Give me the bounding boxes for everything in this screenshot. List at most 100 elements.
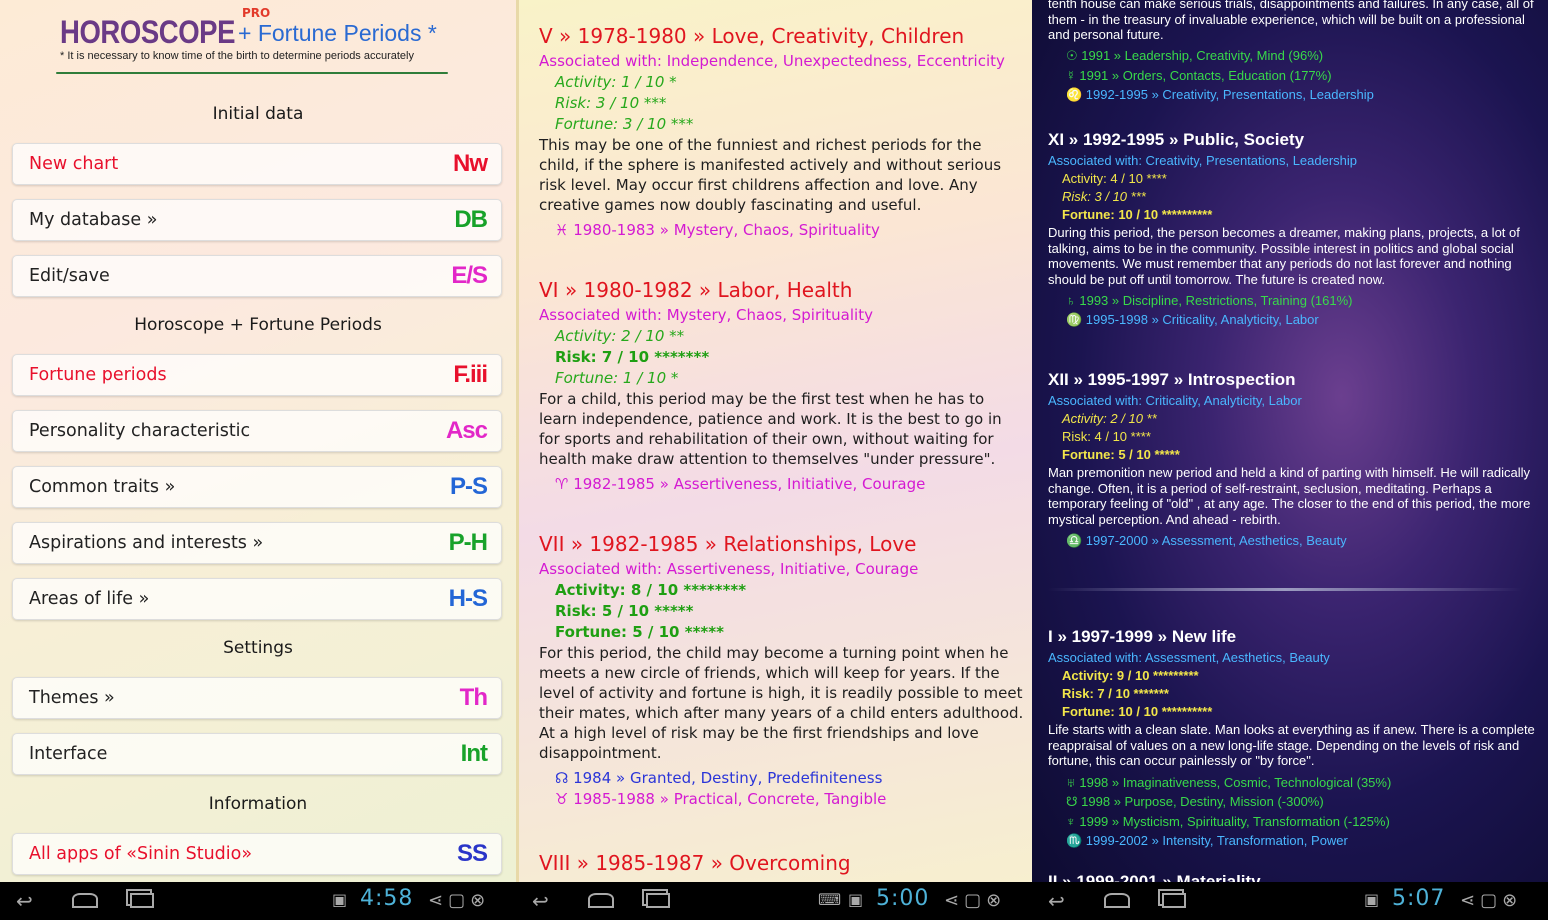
common-traits-icon: P-S (449, 473, 488, 500)
period-desc: For this period, the child may become a … (539, 644, 1024, 762)
logo-pro: PRO (242, 6, 271, 20)
period-link[interactable]: ♆ 1999 » Mysticism, Spirituality, Transf… (1048, 814, 1538, 829)
period-link[interactable]: ♉ 1985-1988 » Practical, Concrete, Tangi… (539, 790, 1025, 808)
period-fortune: Fortune: 5 / 10 ***** (1062, 447, 1180, 462)
period-assoc: Associated with: Assessment, Aesthetics,… (1048, 650, 1330, 665)
period-risk: Risk: 7 / 10 ******* (1062, 686, 1169, 701)
system-navbar: ↩ ▣ 4:58 ⋖▢⊗ (0, 882, 516, 920)
keyboard-icon: ⌨ (818, 890, 842, 909)
period-desc: For a child, this period may be the firs… (539, 390, 1002, 468)
edit-save-button[interactable]: Edit/save E/S (12, 255, 502, 297)
btn-label: My database » (29, 210, 158, 230)
intro-desc: tenth house can make serious trials, dis… (1048, 0, 1534, 43)
period-link[interactable]: ♄ 1993 » Discipline, Restrictions, Train… (1048, 293, 1538, 308)
interface-icon: Int (460, 740, 488, 767)
home-icon[interactable] (72, 891, 98, 911)
fortune-periods-icon: F.iii (453, 361, 488, 388)
period-link[interactable]: ☋ 1998 » Purpose, Destiny, Mission (-300… (1048, 794, 1538, 810)
period-risk: Risk: 4 / 10 **** (1062, 429, 1151, 444)
home-icon[interactable] (1104, 891, 1130, 911)
new-chart-button[interactable]: New chart Nw (12, 143, 502, 185)
period-link[interactable]: ♎ 1997-2000 » Assessment, Aesthetics, Be… (1048, 533, 1538, 549)
section-initial-data: Initial data (212, 104, 304, 124)
period-title: VIII » 1985-1987 » Overcoming (539, 851, 851, 875)
bag-icon: ▣ (332, 890, 348, 909)
themes-button[interactable]: Themes » Th (12, 677, 502, 719)
recent-apps-icon[interactable] (1162, 891, 1186, 911)
period-title: II » 1999-2001 » Materiality (1048, 872, 1261, 882)
status-clock: 5:00 (876, 886, 930, 911)
period-risk: Risk: 3 / 10 *** (1062, 189, 1146, 204)
aspirations-icon: P-H (448, 529, 488, 556)
period-title: XII » 1995-1997 » Introspection (1048, 370, 1296, 389)
fortune-periods-button[interactable]: Fortune periods F.iii (12, 354, 502, 396)
btn-label: Areas of life » (29, 589, 150, 609)
intro-block: tenth house can make serious trials, dis… (1048, 0, 1538, 103)
all-apps-button[interactable]: All apps of «Sinin Studio» SS (12, 833, 502, 875)
bag-icon: ▣ (1364, 890, 1380, 909)
home-icon[interactable] (588, 891, 614, 911)
period-block: XII » 1995-1997 » Introspection Associat… (1048, 370, 1538, 549)
period-title: I » 1997-1999 » New life (1048, 627, 1237, 646)
period-block: VI » 1980-1982 » Labor, Health Associate… (539, 278, 1025, 493)
personality-characteristic-button[interactable]: Personality characteristic Asc (12, 410, 502, 452)
btn-label: Edit/save (29, 266, 110, 286)
period-link[interactable]: ☿ 1991 » Orders, Contacts, Education (17… (1048, 68, 1538, 83)
period-link[interactable]: ♍ 1995-1998 » Criticality, Analyticity, … (1048, 312, 1538, 328)
status-clock: 4:58 (360, 886, 414, 911)
period-block: XI » 1992-1995 » Public, Society Associa… (1048, 130, 1538, 328)
period-link[interactable]: ♓ 1980-1983 » Mystery, Chaos, Spirituali… (539, 221, 1025, 239)
period-block: V » 1978-1980 » Love, Creativity, Childr… (539, 24, 1025, 239)
period-desc: Man premonition new period and held a ki… (1048, 465, 1531, 527)
period-risk: Risk: 7 / 10 ******* (555, 348, 710, 366)
periods-screen-dark: tenth house can make serious trials, dis… (1032, 0, 1548, 882)
btn-label: Personality characteristic (29, 421, 251, 441)
period-link[interactable]: ♈ 1982-1985 » Assertiveness, Initiative,… (539, 475, 1025, 493)
period-assoc: Associated with: Mystery, Chaos, Spiritu… (539, 306, 873, 324)
period-title: VII » 1982-1985 » Relationships, Love (539, 532, 917, 556)
period-link[interactable]: ♌ 1992-1995 » Creativity, Presentations,… (1048, 87, 1538, 103)
period-assoc: Associated with: Criticality, Analyticit… (1048, 393, 1302, 408)
period-fortune: Fortune: 3 / 10 *** (555, 115, 694, 133)
areas-of-life-button[interactable]: Areas of life » H-S (12, 578, 502, 620)
btn-label: New chart (29, 154, 119, 174)
period-link[interactable]: ♏ 1999-2002 » Intensity, Transformation,… (1048, 833, 1538, 849)
period-activity: Activity: 2 / 10 ** (555, 327, 685, 345)
bag-icon: ▣ (848, 890, 864, 909)
share-window-close-icons[interactable]: ⋖▢⊗ (428, 890, 490, 911)
period-block: I » 1997-1999 » New life Associated with… (1048, 627, 1538, 849)
back-icon[interactable]: ↩ (532, 891, 549, 911)
period-link[interactable]: ☉ 1991 » Leadership, Creativity, Mind (9… (1048, 48, 1538, 64)
database-icon: DB (454, 206, 488, 233)
share-window-close-icons[interactable]: ⋖▢⊗ (944, 890, 1006, 911)
btn-label: Aspirations and interests » (29, 533, 264, 553)
period-activity: Activity: 8 / 10 ******** (555, 581, 747, 599)
logo-main: HOROSCOPE (60, 14, 236, 50)
period-risk: Risk: 5 / 10 ***** (555, 602, 694, 620)
back-icon[interactable]: ↩ (1048, 891, 1065, 911)
period-risk: Risk: 3 / 10 *** (555, 94, 667, 112)
btn-label: All apps of «Sinin Studio» (29, 844, 253, 864)
ascendant-icon: Asc (445, 417, 488, 444)
back-icon[interactable]: ↩ (16, 891, 33, 911)
recent-apps-icon[interactable] (646, 891, 670, 911)
aspirations-interests-button[interactable]: Aspirations and interests » P-H (12, 522, 502, 564)
period-activity: Activity: 2 / 10 ** (1062, 411, 1157, 426)
interface-button[interactable]: Interface Int (12, 733, 502, 775)
period-fortune: Fortune: 1 / 10 * (555, 369, 679, 387)
share-window-close-icons[interactable]: ⋖▢⊗ (1460, 890, 1522, 911)
period-link[interactable]: ♅ 1998 » Imaginativeness, Cosmic, Techno… (1048, 775, 1538, 790)
recent-apps-icon[interactable] (130, 891, 154, 911)
period-link[interactable]: ☊ 1984 » Granted, Destiny, Predefinitene… (539, 769, 1025, 787)
logo-underline (56, 72, 448, 74)
common-traits-button[interactable]: Common traits » P-S (12, 466, 502, 508)
status-clock: 5:07 (1392, 886, 1446, 911)
menu-screen: HOROSCOPE PRO + Fortune Periods * * It i… (0, 0, 516, 882)
period-title: XI » 1992-1995 » Public, Society (1048, 130, 1305, 149)
my-database-button[interactable]: My database » DB (12, 199, 502, 241)
btn-label: Themes » (29, 688, 115, 708)
period-fortune: Fortune: 10 / 10 ********** (1062, 704, 1213, 719)
period-block: VII » 1982-1985 » Relationships, Love As… (539, 532, 1025, 808)
system-navbar: ↩ ⌨ ▣ 5:00 ⋖▢⊗ (516, 882, 1032, 920)
logo-sub: + Fortune Periods * (238, 20, 437, 46)
